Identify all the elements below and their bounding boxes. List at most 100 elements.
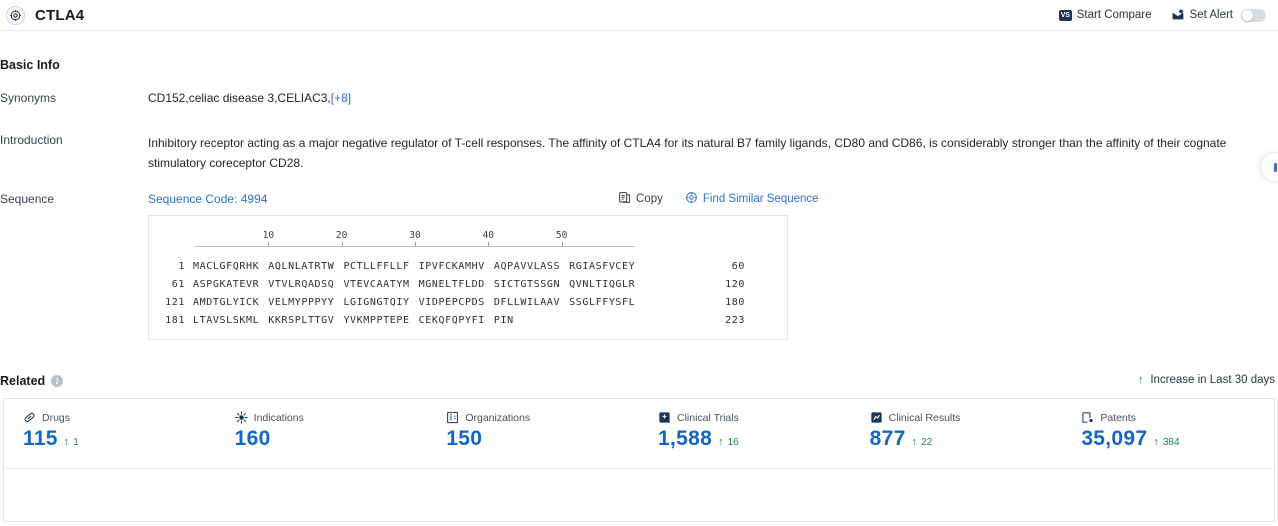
start-compare-label: Start Compare bbox=[1077, 9, 1152, 21]
stat-value: 115 bbox=[23, 427, 58, 451]
stat-body: 115 ↑1 bbox=[23, 427, 216, 451]
stat-value: 35,097 bbox=[1081, 427, 1147, 451]
stat-label: Patents bbox=[1100, 412, 1136, 424]
sequence-chunk: MGNELTFLDD bbox=[419, 276, 485, 294]
stat-label: Organizations bbox=[465, 412, 530, 424]
sequence-row-chunks: MACLGFQRHKAQLNLATRTWPCTLLFFLLFIPVFCKAMHV… bbox=[193, 258, 635, 276]
find-similar-icon bbox=[685, 191, 698, 207]
side-panel-toggle[interactable] bbox=[1260, 152, 1278, 182]
stat-body: 877 ↑22 bbox=[870, 427, 1063, 451]
introduction-value: Inhibitory receptor acting as a major ne… bbox=[148, 133, 1238, 173]
find-similar-sequence-button[interactable]: Find Similar Sequence bbox=[685, 191, 819, 207]
sequence-row-end: 223 bbox=[725, 312, 787, 330]
related-stats-card: Drugs 115 ↑1 Indications160 Organizations 150… bbox=[3, 398, 1275, 522]
stats-row-divider bbox=[4, 468, 1274, 469]
sequence-chunk: AQLNLATRTW bbox=[268, 258, 334, 276]
sequence-chunk: KKRSPLTTGV bbox=[268, 312, 334, 330]
panel-handle-icon bbox=[1274, 163, 1277, 172]
stat-delta: ↑22 bbox=[912, 436, 933, 448]
stat-body: 150 bbox=[446, 427, 639, 451]
sequence-chunk: MACLGFQRHK bbox=[193, 258, 259, 276]
synonyms-value: CD152,celiac disease 3,CELIAC3,[+8] bbox=[148, 91, 351, 105]
brand: CTLA4 bbox=[6, 6, 84, 25]
stat-head: Patents bbox=[1081, 411, 1274, 424]
sequence-chunk: DFLLWILAAV bbox=[494, 294, 560, 312]
stat-value: 150 bbox=[446, 427, 482, 451]
synonyms-more-link[interactable]: [+8] bbox=[331, 91, 351, 105]
stat-delta-value: 1 bbox=[73, 437, 79, 448]
sequence-chunk: VIDPEPCPDS bbox=[419, 294, 485, 312]
clinical-trial-icon bbox=[658, 411, 671, 424]
stat-delta: ↑1 bbox=[64, 436, 79, 448]
sequence-row: 61ASPGKATEVRVTVLRQADSQVTEVCAATYMMGNELTFL… bbox=[149, 276, 787, 294]
ruler-tick-mark-40 bbox=[488, 242, 489, 246]
stat-body: 1,588 ↑16 bbox=[658, 427, 851, 451]
find-similar-label: Find Similar Sequence bbox=[703, 193, 819, 205]
up-arrow-icon: ↑ bbox=[64, 436, 70, 448]
ruler-tick-10: 10 bbox=[263, 230, 274, 241]
sequence-row-chunks: ASPGKATEVRVTVLRQADSQVTEVCAATYMMGNELTFLDD… bbox=[193, 276, 635, 294]
sequence-ruler: 1020304050 bbox=[195, 230, 635, 252]
stat-head: Organizations bbox=[446, 411, 639, 424]
page-root: CTLA4 VS Start Compare Set Alert bbox=[0, 0, 1278, 526]
stat-drugs[interactable]: Drugs 115 ↑1 bbox=[4, 411, 216, 468]
sequence-rows: 1MACLGFQRHKAQLNLATRTWPCTLLFFLLFIPVFCKAMH… bbox=[149, 258, 787, 330]
capsule-icon bbox=[23, 411, 36, 424]
sequence-code-link[interactable]: Sequence Code: 4994 bbox=[148, 192, 267, 206]
copy-icon bbox=[618, 191, 631, 207]
sequence-row-start: 61 bbox=[149, 276, 193, 294]
stat-clinical-results[interactable]: Clinical Results877↑22 bbox=[851, 411, 1063, 468]
sequence-chunk: IPVFCKAMHV bbox=[419, 258, 485, 276]
sequence-chunk: VELMYPPPYY bbox=[268, 294, 334, 312]
ruler-tick-mark-10 bbox=[268, 242, 269, 246]
sequence-label: Sequence bbox=[0, 192, 54, 206]
ruler-tick-mark-30 bbox=[415, 242, 416, 246]
stat-delta: ↑384 bbox=[1153, 436, 1179, 448]
patent-icon bbox=[1081, 411, 1094, 424]
set-alert-control[interactable]: Set Alert bbox=[1172, 9, 1266, 22]
stat-head: Indications bbox=[235, 411, 428, 424]
stat-patents[interactable]: Patents 35,097 ↑384 bbox=[1062, 411, 1274, 468]
sequence-viewer: 1020304050 1MACLGFQRHKAQLNLATRTWPCTLLFFL… bbox=[148, 215, 788, 340]
sequence-row-chunks: LTAVSLSKMLKKRSPLTTGVYVKMPPTEPECEKQFQPYFI… bbox=[193, 312, 514, 330]
stat-value: 1,588 bbox=[658, 427, 712, 451]
copy-label: Copy bbox=[636, 193, 663, 205]
sequence-chunk: VTEVCAATYM bbox=[343, 276, 409, 294]
sequence-chunk: SICTGTSSGN bbox=[494, 276, 560, 294]
stat-delta-value: 22 bbox=[921, 437, 932, 448]
stat-delta-value: 384 bbox=[1163, 437, 1180, 448]
sequence-chunk: QVNLTIQGLR bbox=[569, 276, 635, 294]
sequence-row-start: 121 bbox=[149, 294, 193, 312]
sequence-row-start: 1 bbox=[149, 258, 193, 276]
sequence-chunk: RGIASFVCEY bbox=[569, 258, 635, 276]
sequence-row-end: 180 bbox=[725, 294, 787, 312]
sequence-row-end: 60 bbox=[732, 258, 787, 276]
stat-head: Drugs bbox=[23, 411, 216, 424]
sequence-chunk: AQPAVVLASS bbox=[494, 258, 560, 276]
stat-indications[interactable]: Indications160 bbox=[216, 411, 428, 468]
sequence-chunk: SSGLFFYSFL bbox=[569, 294, 635, 312]
related-title-text: Related bbox=[0, 374, 45, 388]
page-title: CTLA4 bbox=[35, 7, 84, 24]
sequence-chunk: CEKQFQPYFI bbox=[419, 312, 485, 330]
start-compare-button[interactable]: VS Start Compare bbox=[1059, 9, 1152, 21]
sequence-tools: Copy Find Similar Sequence bbox=[618, 191, 819, 207]
ruler-tick-20: 20 bbox=[336, 230, 347, 241]
synonyms-label: Synonyms bbox=[0, 91, 56, 105]
stat-head: Clinical Trials bbox=[658, 411, 851, 424]
sequence-row-start: 181 bbox=[149, 312, 193, 330]
set-alert-toggle[interactable] bbox=[1241, 9, 1266, 22]
stat-clinical-trials[interactable]: Clinical Trials 1,588 ↑16 bbox=[639, 411, 851, 468]
copy-button[interactable]: Copy bbox=[618, 191, 663, 207]
stat-delta: ↑16 bbox=[718, 436, 739, 448]
sequence-chunk: ASPGKATEVR bbox=[193, 276, 259, 294]
info-icon[interactable]: i bbox=[51, 375, 63, 387]
stat-organizations[interactable]: Organizations 150 bbox=[427, 411, 639, 468]
ruler-line bbox=[195, 246, 635, 247]
ruler-tick-mark-50 bbox=[562, 242, 563, 246]
vs-badge-icon: VS bbox=[1059, 10, 1072, 21]
sequence-row-end: 120 bbox=[725, 276, 787, 294]
sequence-row-chunks: AMDTGLYICKVELMYPPPYYLGIGNGTQIYVIDPEPCPDS… bbox=[193, 294, 635, 312]
stat-value: 877 bbox=[870, 427, 906, 451]
sequence-chunk: YVKMPPTEPE bbox=[343, 312, 409, 330]
